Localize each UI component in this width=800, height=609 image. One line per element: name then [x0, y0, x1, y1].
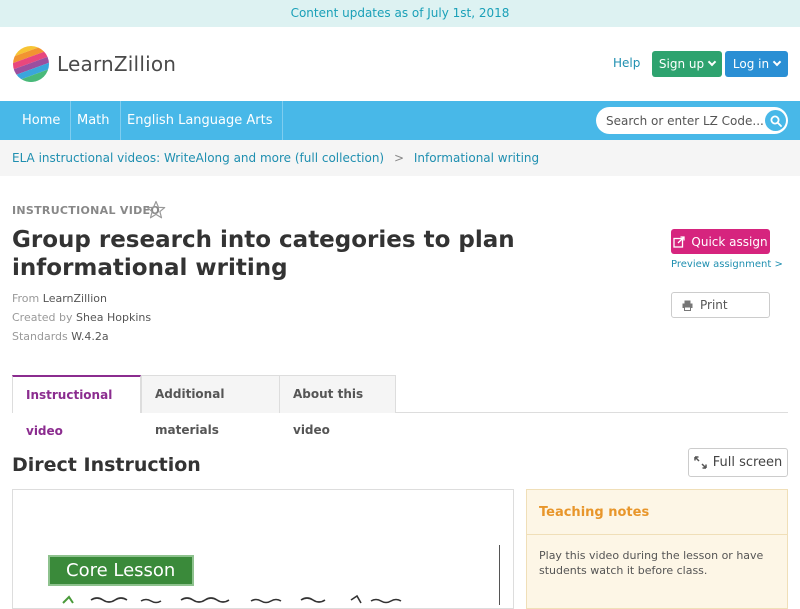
- brand-name: LearnZillion: [57, 52, 177, 76]
- signup-label: Sign up: [658, 57, 705, 71]
- teaching-notes-panel: Teaching notes Play this video during th…: [526, 489, 788, 609]
- breadcrumb-current-link[interactable]: Informational writing: [414, 151, 539, 165]
- core-lesson-badge: Core Lesson: [48, 555, 194, 586]
- print-label: Print: [700, 298, 728, 312]
- meta-from-value: LearnZillion: [42, 292, 107, 305]
- chevron-down-icon: [707, 57, 717, 67]
- breadcrumb-parent-link[interactable]: ELA instructional videos: WriteAlong and…: [12, 151, 384, 165]
- meta-standards-value: W.4.2a: [71, 330, 109, 343]
- learnzillion-logo-icon: [13, 46, 49, 82]
- video-divider-line: [499, 545, 500, 605]
- meta-created-value: Shea Hopkins: [76, 311, 152, 324]
- help-link[interactable]: Help: [613, 56, 640, 70]
- page-title: Group research into categories to plan i…: [12, 227, 515, 281]
- signup-button[interactable]: Sign up: [652, 51, 722, 77]
- search-input[interactable]: [596, 107, 788, 134]
- nav-item-home[interactable]: Home: [12, 101, 72, 140]
- meta-from-label: From: [12, 292, 40, 305]
- brand-logo[interactable]: LearnZillion: [12, 44, 176, 84]
- teaching-notes-body: Play this video during the lesson or hav…: [539, 549, 764, 577]
- meta-created-by: Created by Shea Hopkins: [12, 311, 151, 324]
- login-label: Log in: [732, 57, 770, 71]
- search-icon: [770, 115, 782, 127]
- main-nav: Home Math English Language Arts: [0, 101, 800, 140]
- printer-icon: [682, 300, 693, 311]
- tab-instructional-video[interactable]: Instructional video: [12, 375, 141, 438]
- search-button[interactable]: [765, 110, 786, 131]
- section-title: Direct Instruction: [12, 454, 201, 476]
- fullscreen-label: Full screen: [712, 455, 783, 470]
- top-header: LearnZillion Help Sign up Log in: [0, 27, 800, 101]
- fullscreen-button[interactable]: Full screen: [688, 448, 788, 477]
- assign-icon: [673, 235, 686, 248]
- quick-assign-button[interactable]: Quick assign: [671, 229, 770, 254]
- expand-icon: [693, 456, 707, 469]
- login-button[interactable]: Log in: [725, 51, 788, 77]
- chevron-down-icon: [772, 57, 782, 67]
- meta-created-label: Created by: [12, 311, 73, 324]
- nav-item-math[interactable]: Math: [67, 101, 121, 140]
- update-banner: Content updates as of July 1st, 2018: [0, 0, 800, 27]
- teaching-notes-heading: Teaching notes: [527, 490, 787, 535]
- breadcrumb: ELA instructional videos: WriteAlong and…: [0, 140, 800, 176]
- breadcrumb-separator: >: [393, 151, 405, 165]
- print-button[interactable]: Print: [671, 292, 770, 318]
- handwriting-scribble: [62, 594, 402, 604]
- meta-standards-label: Standards: [12, 330, 68, 343]
- quick-assign-label: Quick assign: [691, 234, 768, 249]
- meta-standards: Standards W.4.2a: [12, 330, 109, 343]
- search-box: [596, 107, 788, 134]
- nav-item-ela[interactable]: English Language Arts: [117, 101, 284, 140]
- meta-from: From LearnZillion: [12, 292, 107, 305]
- preview-assignment-link[interactable]: Preview assignment >: [671, 259, 783, 270]
- tab-about-this-video[interactable]: About this video: [279, 375, 396, 437]
- content-type-label: INSTRUCTIONAL VIDEO: [12, 204, 161, 217]
- tab-additional-materials[interactable]: Additional materials: [141, 375, 280, 437]
- video-player[interactable]: Core Lesson: [12, 489, 514, 609]
- star-icon[interactable]: [146, 200, 166, 220]
